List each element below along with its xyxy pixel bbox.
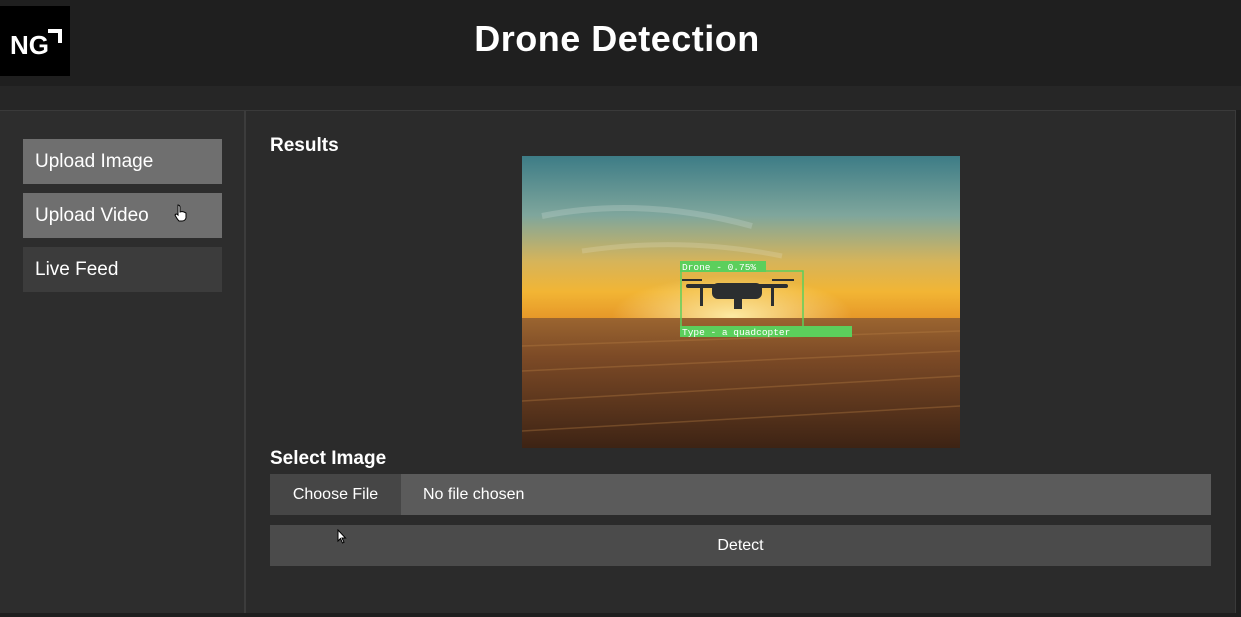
app-body: Upload Image Upload Video Live Feed Resu… <box>0 110 1236 613</box>
detect-button[interactable]: Detect <box>270 525 1211 566</box>
live-feed-button[interactable]: Live Feed <box>23 247 222 292</box>
drone-type-label: Type - a quadcopter <box>682 327 790 338</box>
file-input[interactable]: Choose File No file chosen <box>270 474 1211 515</box>
header-divider <box>0 86 1241 110</box>
upload-video-button[interactable]: Upload Video <box>23 193 222 238</box>
result-image: Drone - 0.75% Type - a quadcopter <box>522 156 960 448</box>
drone-confidence-label: Drone - 0.75% <box>682 262 756 273</box>
detection-scene: Drone - 0.75% Type - a quadcopter <box>522 156 960 448</box>
upload-image-button[interactable]: Upload Image <box>23 139 222 184</box>
app-header: NG Drone Detection <box>0 0 1241 86</box>
page-title: Drone Detection <box>474 18 760 59</box>
results-title: Results <box>270 135 339 156</box>
select-image-title: Select Image <box>270 448 387 469</box>
choose-file-button[interactable]: Choose File <box>270 474 401 515</box>
sidebar: Upload Image Upload Video Live Feed <box>0 111 246 613</box>
main-panel: Results Drone - 0.75% Type - a quadcopte… <box>248 111 1235 613</box>
file-status-text: No file chosen <box>423 486 525 503</box>
